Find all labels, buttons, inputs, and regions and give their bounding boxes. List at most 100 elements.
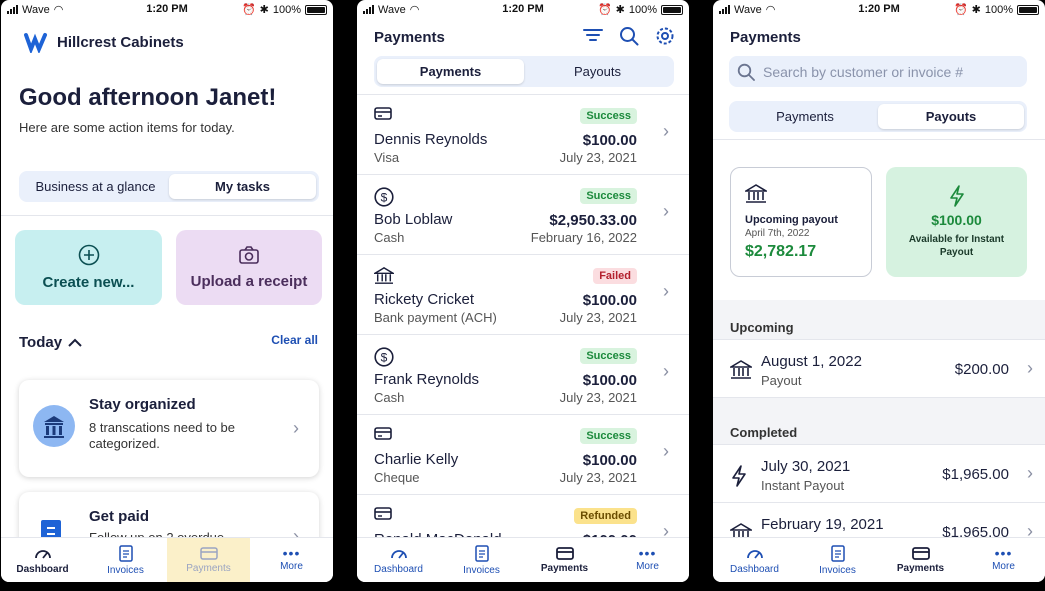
battery-icon: [305, 4, 327, 15]
search-input[interactable]: Search by customer or invoice #: [729, 56, 1027, 87]
status-badge: Success: [580, 428, 637, 444]
business-brand[interactable]: Hillcrest Cabinets: [23, 31, 184, 53]
task-title: Stay organized: [89, 396, 196, 413]
card-icon: [911, 546, 930, 560]
nav-more[interactable]: ••• More: [250, 538, 333, 582]
divider: [713, 139, 1045, 140]
nav-dashboard[interactable]: Dashboard: [357, 538, 440, 582]
bottom-nav: Dashboard Invoices Payments ••• More: [1, 537, 333, 582]
nav-label: Invoices: [107, 564, 144, 576]
create-new-button[interactable]: Create new...: [15, 230, 162, 305]
bottom-nav: Dashboard Invoices Payments ••• More: [357, 537, 689, 582]
instant-payout-card[interactable]: $100.00 Available for Instant Payout: [886, 167, 1027, 277]
nav-more[interactable]: ••• More: [962, 538, 1045, 582]
payment-amount: $2,950.33.00: [549, 212, 637, 229]
battery-icon: [1017, 4, 1039, 15]
upload-receipt-button[interactable]: Upload a receipt: [176, 230, 322, 305]
nav-label: Dashboard: [374, 564, 423, 575]
tab-payouts[interactable]: Payouts: [524, 59, 671, 84]
battery-percent: 100%: [272, 3, 301, 16]
today-toggle[interactable]: Today: [19, 334, 82, 351]
payment-row[interactable]: Dennis Reynolds Visa Success $100.00 July 23…: [357, 95, 689, 175]
chevron-right-icon: ›: [293, 418, 299, 438]
status-badge: Success: [580, 348, 637, 364]
payment-row[interactable]: Charlie Kelly Cheque Success $100.00 July 23…: [357, 415, 689, 495]
payment-amount: $100.00: [582, 452, 637, 469]
divider: [1, 215, 333, 216]
upcoming-payout-card[interactable]: Upcoming payout April 7th, 2022 $2,782.1…: [730, 167, 872, 277]
bank-icon: [372, 267, 396, 290]
task-title: Get paid: [89, 508, 150, 525]
status-bar: Wave ◠ 1:20 PM ⏰ ✱ 100%: [357, 0, 689, 20]
payment-date: February 16, 2022: [530, 230, 637, 245]
tab-payments[interactable]: Payments: [732, 104, 878, 129]
tab-my-tasks[interactable]: My tasks: [169, 174, 316, 199]
payout-amount: $1,965.00: [942, 466, 1009, 483]
payment-customer: Rickety Cricket: [374, 291, 475, 308]
nav-dashboard[interactable]: Dashboard: [713, 538, 796, 582]
gauge-icon: [390, 550, 407, 559]
payment-date: July 23, 2021: [559, 470, 637, 485]
payment-customer: Frank Reynolds: [374, 371, 480, 388]
payout-row[interactable]: July 30, 2021 Instant Payout $1,965.00 ›: [713, 445, 1045, 503]
nav-invoices[interactable]: Invoices: [796, 538, 879, 582]
status-bar: Wave ◠ 1:20 PM ⏰ ✱ 100%: [1, 0, 333, 20]
nav-payments[interactable]: Payments: [879, 538, 962, 582]
payment-date: July 23, 2021: [559, 390, 637, 405]
more-dots-icon: •••: [638, 545, 657, 561]
upcoming-payout-label: Upcoming payout: [745, 214, 838, 226]
upcoming-payout-amount: $2,782.17: [745, 243, 817, 260]
task-card[interactable]: Stay organized 8 transcations need to be…: [19, 380, 319, 477]
status-bar: Wave ◠ 1:20 PM ⏰ ✱ 100%: [713, 0, 1045, 20]
payment-customer: Bob Loblaw: [374, 211, 453, 228]
payout-date: August 1, 2022: [761, 353, 862, 370]
bank-statement-icon: [33, 405, 75, 447]
chevron-right-icon: ›: [663, 121, 669, 141]
payout-amount: $200.00: [954, 361, 1009, 378]
battery-percent: 100%: [628, 3, 657, 16]
alarm-icon: ⏰: [597, 4, 612, 16]
nav-label: Dashboard: [16, 564, 69, 575]
create-new-label: Create new...: [42, 274, 135, 291]
nav-label: More: [280, 561, 303, 572]
battery-icon: [661, 4, 683, 15]
clear-all-link[interactable]: Clear all: [271, 333, 318, 347]
document-icon: [118, 544, 133, 562]
nav-payments[interactable]: Payments: [167, 538, 250, 582]
bluetooth-icon: ✱: [615, 4, 625, 16]
gauge-icon: [746, 550, 763, 559]
bluetooth-icon: ✱: [259, 4, 269, 16]
nav-payments[interactable]: Payments: [523, 538, 606, 582]
battery-percent: 100%: [984, 3, 1013, 16]
nav-label: Payments: [540, 562, 589, 574]
dashboard-tabs: Business at a glance My tasks: [19, 171, 319, 202]
greeting-subtitle: Here are some action items for today.: [19, 120, 235, 135]
tab-payments[interactable]: Payments: [377, 59, 524, 84]
today-label: Today: [19, 334, 63, 351]
nav-dashboard[interactable]: Dashboard: [1, 538, 84, 582]
document-icon: [830, 544, 845, 562]
payments-tabs: Payments Payouts: [729, 101, 1027, 132]
nav-label: Dashboard: [730, 564, 779, 575]
payment-row[interactable]: $ Frank Reynolds Cash Success $100.00 July 23…: [357, 335, 689, 415]
payout-row[interactable]: August 1, 2022 Payout $200.00 ›: [713, 340, 1045, 398]
upload-receipt-label: Upload a receipt: [190, 273, 308, 290]
nav-invoices[interactable]: Invoices: [84, 538, 167, 582]
filter-icon[interactable]: [583, 28, 603, 44]
dollar-icon: $: [374, 187, 394, 212]
dollar-icon: $: [374, 347, 394, 372]
payment-amount: $100.00: [582, 292, 637, 309]
nav-label: Invoices: [463, 564, 500, 576]
search-placeholder: Search by customer or invoice #: [763, 63, 963, 80]
payment-date: July 23, 2021: [559, 310, 637, 325]
payment-row[interactable]: $ Bob Loblaw Cash Success $2,950.33.00 Februa…: [357, 175, 689, 255]
status-badge: Success: [580, 108, 637, 124]
gear-icon[interactable]: [655, 26, 675, 46]
nav-more[interactable]: ••• More: [606, 538, 689, 582]
nav-invoices[interactable]: Invoices: [440, 538, 523, 582]
tab-payouts[interactable]: Payouts: [878, 104, 1024, 129]
tab-business-at-a-glance[interactable]: Business at a glance: [22, 174, 169, 199]
search-icon[interactable]: [619, 26, 639, 46]
camera-icon: [239, 246, 259, 264]
payment-row[interactable]: Rickety Cricket Bank payment (ACH) Failed $…: [357, 255, 689, 335]
